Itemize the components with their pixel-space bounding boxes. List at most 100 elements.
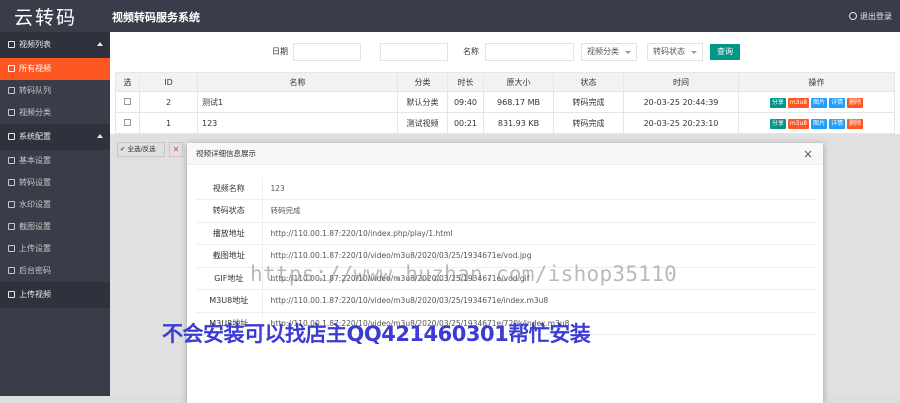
image-button[interactable]: 图片 <box>811 97 828 108</box>
sidebar-item-video-category[interactable]: 视频分类 <box>0 102 110 124</box>
row-time: 20-03-25 20:44:39 <box>623 91 739 113</box>
chevron-down-icon <box>625 51 631 54</box>
row-id: 2 <box>139 91 198 113</box>
col-actions: 操作 <box>738 72 895 92</box>
cloud-upload-icon <box>8 291 15 298</box>
table-row: 1 123 测试视频 00:21 831.93 KB 转码完成 20-03-25… <box>115 112 895 134</box>
chevron-up-icon <box>97 42 103 46</box>
upload-icon <box>8 245 15 252</box>
detail-button[interactable]: 详情 <box>829 118 846 129</box>
sidebar-item-label: 水印设置 <box>19 200 51 209</box>
chevron-up-icon <box>97 134 103 138</box>
col-category: 分类 <box>397 72 448 92</box>
image-button[interactable]: 图片 <box>811 118 828 129</box>
sidebar-item-label: 截图设置 <box>19 222 51 231</box>
delete-button[interactable]: 删除 <box>847 118 864 129</box>
sidebar-item-label: 后台密码 <box>19 266 51 275</box>
watermark-icon <box>8 201 15 208</box>
sidebar-group-label: 视频列表 <box>19 40 51 49</box>
detail-value[interactable]: http://110.00.1.87:220/10/index.php/play… <box>262 222 816 245</box>
top-header: 云转码 视频转码服务系统 退出登录 <box>0 0 900 32</box>
modal-title-bar: 视频详细信息展示 × <box>187 143 823 165</box>
filter-bar: 日期 名称 视频分类 转码状态 查询 <box>110 42 900 62</box>
sidebar: 视频列表 所有视频 转码队列 视频分类 系统配置 基本设置 转码设置 水印设置 … <box>0 32 110 396</box>
m3u8-button[interactable]: m3u8 <box>787 97 810 108</box>
row-checkbox[interactable] <box>124 97 131 105</box>
sidebar-item-transcode-queue[interactable]: 转码队列 <box>0 80 110 102</box>
app-logo[interactable]: 云转码 <box>14 3 77 30</box>
row-checkbox[interactable] <box>124 118 131 126</box>
row-size: 831.93 KB <box>483 112 554 134</box>
detail-row: M3U8地址 http://110.00.1.87:220/10/video/m3… <box>196 289 816 313</box>
category-select[interactable]: 视频分类 <box>581 43 637 61</box>
row-checkbox-cell <box>115 112 140 134</box>
sidebar-item-watermark-settings[interactable]: 水印设置 <box>0 194 110 216</box>
queue-icon <box>8 87 15 94</box>
sidebar-item-all-videos[interactable]: 所有视频 <box>0 58 110 80</box>
detail-row: 播放地址 http://110.00.1.87:220/10/index.php/… <box>196 222 816 245</box>
row-time: 20-03-25 20:23:10 <box>623 112 739 134</box>
sidebar-item-label: 视频分类 <box>19 108 51 117</box>
status-select[interactable]: 转码状态 <box>647 43 703 61</box>
delete-button[interactable]: 删除 <box>847 97 864 108</box>
row-actions: 分享 m3u8 图片 详情 删除 <box>738 112 895 134</box>
share-button[interactable]: 分享 <box>769 118 786 129</box>
sidebar-upload-label: 上传视频 <box>19 290 51 299</box>
sidebar-item-label: 上传设置 <box>19 244 51 253</box>
row-category: 测试视频 <box>397 112 448 134</box>
sidebar-upload-video[interactable]: 上传视频 <box>0 282 110 308</box>
query-button[interactable]: 查询 <box>710 44 740 60</box>
date-start-input[interactable] <box>293 43 361 61</box>
chevron-down-icon <box>691 51 697 54</box>
sidebar-item-basic-settings[interactable]: 基本设置 <box>0 150 110 172</box>
modal-title: 视频详细信息展示 <box>196 149 256 158</box>
name-input[interactable] <box>485 43 574 61</box>
sidebar-item-screenshot-settings[interactable]: 截图设置 <box>0 216 110 238</box>
date-end-input[interactable] <box>380 43 448 61</box>
list-icon <box>8 65 15 72</box>
sidebar-item-admin-password[interactable]: 后台密码 <box>0 260 110 282</box>
share-button[interactable]: 分享 <box>769 97 786 108</box>
advert-banner-text: 不会安装可以找店主QQ421460301帮忙安装 <box>162 322 591 346</box>
logout-button[interactable]: 退出登录 <box>849 11 892 22</box>
close-icon[interactable]: × <box>803 143 813 165</box>
video-table: 选 ID 名称 分类 时长 原大小 状态 时间 操作 2 测试1 默认分类 09… <box>115 72 895 134</box>
detail-key: 视频名称 <box>196 177 263 200</box>
m3u8-button[interactable]: m3u8 <box>787 118 810 129</box>
video-icon <box>8 41 15 48</box>
sidebar-item-label: 转码队列 <box>19 86 51 95</box>
row-name: 123 <box>197 112 398 134</box>
detail-value: 123 <box>262 177 816 200</box>
col-name: 名称 <box>197 72 398 92</box>
table-header-row: 选 ID 名称 分类 时长 原大小 状态 时间 操作 <box>115 72 895 92</box>
transcode-icon <box>8 179 15 186</box>
sidebar-group-settings[interactable]: 系统配置 <box>0 124 110 150</box>
detail-row: 视频名称 123 <box>196 177 816 200</box>
col-id: ID <box>139 72 198 92</box>
camera-icon <box>8 223 15 230</box>
category-select-value: 视频分类 <box>587 47 619 56</box>
row-duration: 00:21 <box>447 112 484 134</box>
gear-icon <box>8 133 15 140</box>
status-select-value: 转码状态 <box>653 47 685 56</box>
sidebar-item-upload-settings[interactable]: 上传设置 <box>0 238 110 260</box>
detail-button[interactable]: 详情 <box>829 97 846 108</box>
table-row: 2 测试1 默认分类 09:40 968.17 MB 转码完成 20-03-25… <box>115 91 895 113</box>
row-size: 968.17 MB <box>483 91 554 113</box>
row-status: 转码完成 <box>553 112 624 134</box>
row-duration: 09:40 <box>447 91 484 113</box>
sidebar-item-transcode-settings[interactable]: 转码设置 <box>0 172 110 194</box>
row-actions: 分享 m3u8 图片 详情 删除 <box>738 91 895 113</box>
logout-label: 退出登录 <box>860 12 892 21</box>
row-status: 转码完成 <box>553 91 624 113</box>
sidebar-group-videos[interactable]: 视频列表 <box>0 32 110 58</box>
folder-icon <box>8 109 15 116</box>
lock-icon <box>8 267 15 274</box>
col-size: 原大小 <box>483 72 554 92</box>
row-category: 默认分类 <box>397 91 448 113</box>
detail-value[interactable]: http://110.00.1.87:220/10/video/m3u8/202… <box>262 289 816 313</box>
watermark-text: https://www.huzhan.com/ishop35110 <box>250 262 678 286</box>
sidebar-group-label: 系统配置 <box>19 132 51 141</box>
col-time: 时间 <box>623 72 739 92</box>
row-name: 测试1 <box>197 91 398 113</box>
